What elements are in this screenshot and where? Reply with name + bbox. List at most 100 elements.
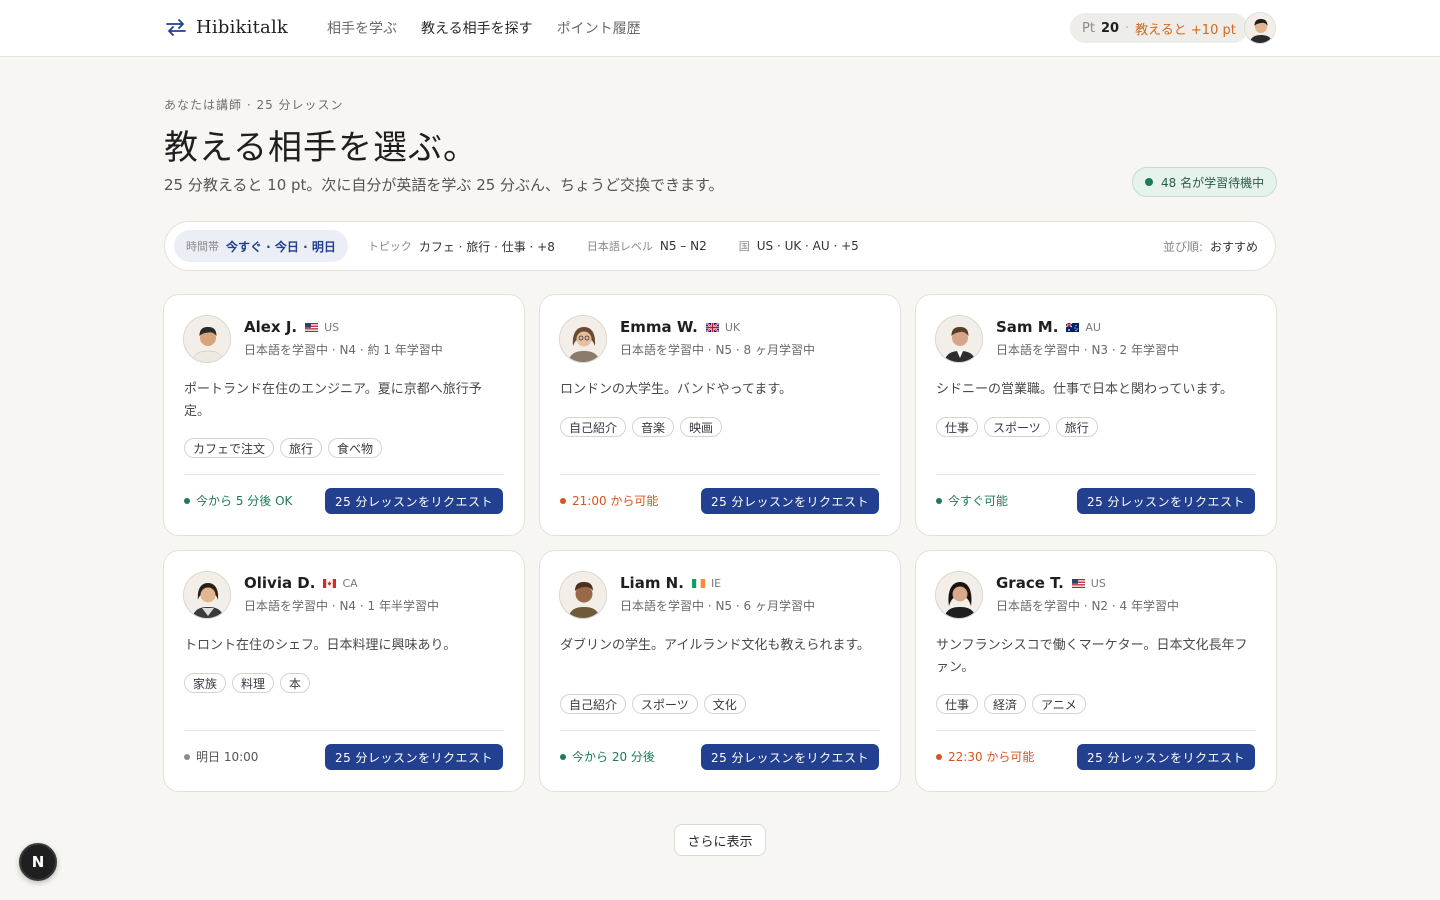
filter-time[interactable]: 時間帯 今すぐ · 今日 · 明日 [174, 230, 348, 262]
student-name: Alex J. [244, 318, 298, 336]
student-card: Emma W. UK 日本語を学習中 · N5 · 8 ヶ月学習中 ロンドンの大… [539, 294, 901, 536]
top-header: Hibikitalk 相手を学ぶ 教える相手を探す ポイント履歴 Pt 20 ·… [0, 0, 1440, 57]
status-dot-icon [560, 753, 566, 760]
topic-tag: 旅行 [1055, 417, 1098, 437]
student-meta: 日本語を学習中 · N5 · 8 ヶ月学習中 [620, 343, 815, 357]
student-country: UK [724, 320, 741, 334]
sort-select[interactable]: 並び順: おすすめ [1163, 238, 1266, 255]
topic-tag: 経済 [984, 694, 1027, 714]
student-avatar [559, 571, 607, 619]
student-avatar [559, 315, 607, 363]
topic-tag: 本 [280, 673, 311, 693]
name-row: Liam N. IE [620, 574, 721, 592]
uk-flag-icon [705, 322, 719, 332]
filter-value: 今すぐ · 今日 · 明日 [226, 239, 336, 254]
request-lesson-button[interactable]: 25 分レッスンをリクエスト [701, 488, 879, 514]
request-lesson-button[interactable]: 25 分レッスンをリクエスト [325, 744, 503, 770]
availability: 今から 20 分後 [560, 748, 655, 765]
student-country: AU [1085, 320, 1101, 334]
filter-label: トピック [367, 240, 412, 253]
topic-tag: スポーツ [632, 694, 698, 714]
filter-level[interactable]: 日本語レベル N5 – N2 [575, 230, 719, 262]
us-flag-icon [1071, 578, 1085, 588]
student-card: Alex J. US 日本語を学習中 · N4 · 約 1 年学習中 ポートラン… [163, 294, 525, 536]
filter-topic[interactable]: トピック カフェ · 旅行 · 仕事 · +8 [356, 230, 567, 262]
student-meta: 日本語を学習中 · N5 · 6 ヶ月学習中 [620, 599, 815, 613]
sort-value: おすすめ [1209, 239, 1258, 254]
availability-text: 今すぐ可能 [948, 494, 1009, 508]
availability-text: 21:00 から可能 [572, 494, 659, 508]
student-name: Liam N. [620, 574, 684, 592]
student-bio: トロント在住のシェフ。日本料理に興味あり。 [184, 638, 457, 653]
status-dot-icon [184, 753, 190, 760]
availability: 21:00 から可能 [560, 492, 658, 509]
logo[interactable]: Hibikitalk [164, 15, 288, 39]
dev-badge[interactable]: N [19, 843, 57, 881]
exchange-icon [166, 19, 186, 36]
filter-country[interactable]: 国 US · UK · AU · +5 [727, 230, 871, 262]
card-divider [184, 474, 504, 475]
request-lesson-button[interactable]: 25 分レッスンをリクエスト [701, 744, 879, 770]
au-flag-icon [1066, 322, 1080, 332]
nav-find-students[interactable]: 教える相手を探す [421, 18, 533, 38]
main-nav: 相手を学ぶ 教える相手を探す ポイント履歴 [327, 18, 641, 38]
topic-tag: 仕事 [936, 417, 979, 437]
topic-tags: 仕事 スポーツ 旅行 [936, 417, 1098, 437]
topic-tag: アニメ [1032, 694, 1086, 714]
request-lesson-button[interactable]: 25 分レッスンをリクエスト [1077, 488, 1255, 514]
topic-tag: 音楽 [632, 417, 675, 437]
availability-text: 今から 5 分後 OK [196, 494, 293, 508]
nav-points-history[interactable]: ポイント履歴 [557, 18, 641, 38]
topic-tag: 仕事 [936, 694, 979, 714]
status-dot-icon [936, 753, 942, 760]
card-divider [184, 730, 504, 731]
topic-tags: カフェで注文 旅行 食べ物 [184, 438, 383, 458]
student-avatar [183, 315, 231, 363]
ie-flag-icon [691, 578, 705, 588]
filter-label: 時間帯 [186, 240, 219, 253]
topic-tag: 食べ物 [328, 438, 383, 458]
request-lesson-button[interactable]: 25 分レッスンをリクエスト [325, 488, 503, 514]
student-country: US [1090, 576, 1106, 590]
filter-label: 日本語レベル [586, 240, 653, 253]
student-meta: 日本語を学習中 · N4 · 約 1 年学習中 [244, 343, 443, 357]
student-country: CA [342, 576, 358, 590]
topic-tag: 映画 [680, 417, 723, 437]
nav-learn[interactable]: 相手を学ぶ [327, 18, 397, 38]
points-earn: 教えると +10 pt [1135, 22, 1236, 38]
filter-value: N5 – N2 [659, 239, 707, 253]
status-dot-icon [1145, 178, 1153, 186]
card-divider [560, 730, 880, 731]
filter-label: 国 [738, 240, 750, 253]
topic-tag: 自己紹介 [560, 417, 627, 437]
request-lesson-button[interactable]: 25 分レッスンをリクエスト [1077, 744, 1255, 770]
topic-tags: 仕事 経済 アニメ [936, 694, 1086, 714]
student-card: Sam M. AU 日本語を学習中 · N3 · 2 年学習中 シドニーの営業職… [915, 294, 1277, 536]
status-dot-icon [936, 497, 942, 504]
student-bio: シドニーの営業職。仕事で日本と関わっています。 [936, 382, 1234, 397]
student-card: Olivia D. CA 日本語を学習中 · N4 · 1 年半学習中 トロント… [163, 550, 525, 792]
availability: 明日 10:00 [184, 748, 258, 765]
student-meta: 日本語を学習中 · N3 · 2 年学習中 [996, 343, 1179, 357]
points-value: 20 [1100, 20, 1120, 36]
page-subtitle: 25 分教えると 10 pt。次に自分が英語を学ぶ 25 分ぶん、ちょうど交換で… [164, 176, 724, 194]
status-dot-icon [184, 497, 190, 504]
topic-tags: 自己紹介 音楽 映画 [560, 417, 723, 437]
points-pill[interactable]: Pt 20 · 教えると +10 pt [1070, 13, 1248, 43]
availability-text: 今から 20 分後 [572, 750, 655, 764]
student-bio: サンフランシスコで働くマーケター。日本文化長年ファン。 [936, 638, 1248, 675]
show-more-button[interactable]: さらに表示 [674, 824, 766, 856]
user-avatar[interactable] [1244, 12, 1276, 44]
student-bio: ロンドンの大学生。バンドやってます。 [560, 382, 793, 397]
name-row: Sam M. AU [996, 318, 1101, 336]
card-divider [936, 730, 1256, 731]
card-divider [936, 474, 1256, 475]
student-meta: 日本語を学習中 · N4 · 1 年半学習中 [244, 599, 439, 613]
points-separator: · [1125, 20, 1130, 36]
availability-text: 明日 10:00 [196, 750, 259, 764]
name-row: Olivia D. CA [244, 574, 358, 592]
waiting-count-badge: 48 名が学習待機中 [1132, 167, 1278, 197]
waiting-count-text: 48 名が学習待機中 [1161, 175, 1265, 190]
filter-bar: 時間帯 今すぐ · 今日 · 明日 トピック カフェ · 旅行 · 仕事 · +… [164, 221, 1276, 271]
student-avatar [935, 315, 983, 363]
